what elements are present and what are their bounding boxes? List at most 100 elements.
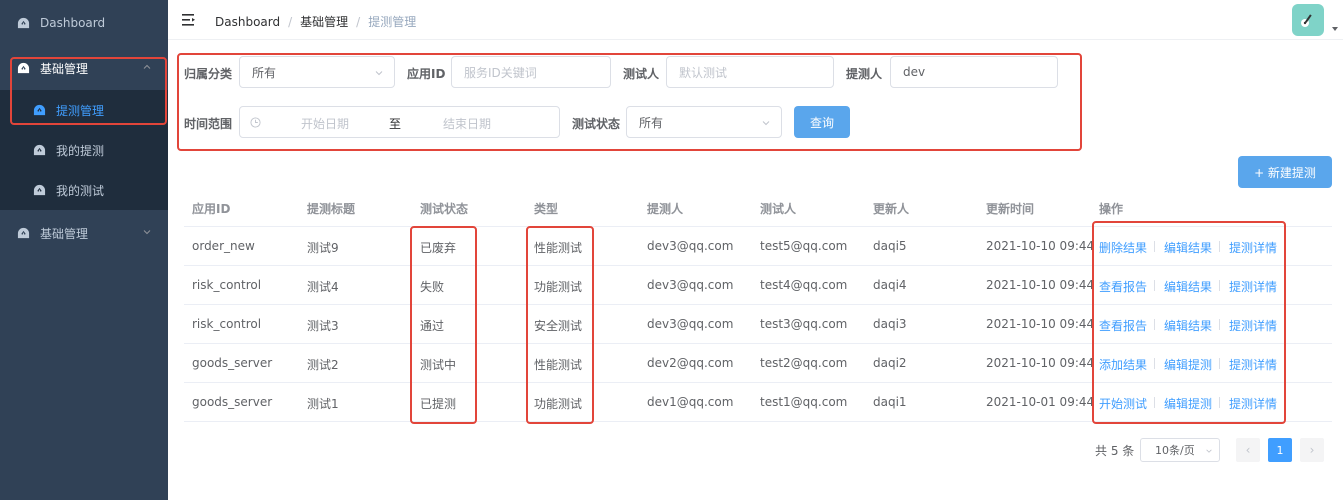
cell-tester: test2@qq.com [760,356,848,370]
date-range-picker[interactable]: 开始日期 至 结束日期 [239,106,560,138]
cell-update-time: 2021-10-10 09:44 [986,278,1095,292]
chevron-down-icon [143,230,151,235]
cell-title: 测试9 [307,241,339,255]
submitter-value: dev [903,65,926,79]
new-submission-button[interactable]: + 新建提测 [1238,156,1332,188]
start-date-input[interactable]: 开始日期 [301,115,349,132]
cell-updater: daqi2 [873,356,907,370]
cell-title: 测试1 [307,397,339,411]
cell-tester: test3@qq.com [760,317,848,331]
breadcrumb-item-dashboard[interactable]: Dashboard [215,15,280,29]
cell-update-time: 2021-10-10 09:44 [986,317,1095,331]
sidebar-group-basic-management-2[interactable]: 基础管理 [0,213,168,253]
guitar-icon [1301,14,1312,27]
cell-tester: test1@qq.com [760,395,848,409]
cell-submitter: dev3@qq.com [647,278,734,292]
tester-label: 测试人 [623,67,660,81]
range-separator: 至 [389,117,402,131]
cell-tester: test4@qq.com [760,278,848,292]
breadcrumb-separator: / [356,14,361,29]
column-header: 类型 [534,202,559,216]
prev-page-button[interactable]: ‹ [1236,438,1260,462]
dashboard-icon [32,183,46,197]
dashboard-icon [16,16,30,30]
cell-submitter: dev3@qq.com [647,239,734,253]
chevron-down-icon [1206,449,1212,453]
query-button[interactable]: 查询 [794,106,850,138]
chevron-down-icon [375,71,383,76]
column-header: 操作 [1099,202,1124,216]
cell-updater: daqi4 [873,278,907,292]
cell-update-time: 2021-10-10 09:44 [986,356,1095,370]
cell-app-id: goods_server [192,356,273,370]
app-id-label: 应用ID [407,67,446,81]
breadcrumb-item-basic-management[interactable]: 基础管理 [300,13,348,30]
cell-app-id: risk_control [192,278,262,292]
breadcrumb-separator: / [288,14,293,29]
submitter-label: 提测人 [846,67,883,81]
sidebar-item-label: 我的提测 [56,143,105,158]
sidebar-item-label: 我的测试 [56,183,105,198]
main-content: Dashboard / 基础管理 / 提测管理 归属分类 所有 应用ID 服务I… [168,0,1343,500]
dashboard-icon [16,226,30,240]
cell-updater: daqi3 [873,317,907,331]
page-size-value: 10条/页 [1155,444,1195,457]
annotation-type-column-box [526,226,594,424]
cell-updater: daqi1 [873,395,907,409]
tester-input[interactable]: 默认测试 [666,56,834,88]
app-id-input[interactable]: 服务ID关键词 [451,56,611,88]
avatar[interactable] [1292,4,1324,36]
cell-submitter: dev3@qq.com [647,317,734,331]
column-header: 测试人 [760,202,797,216]
column-header: 提测人 [647,202,684,216]
cell-app-id: goods_server [192,395,273,409]
pagination-total: 共 5 条 [1095,444,1135,458]
sidebar: Dashboard 基础管理 提测管理 我的提测 我的测试 基础管理 [0,0,168,500]
app-id-placeholder: 服务ID关键词 [464,65,537,80]
sidebar-group-label: 基础管理 [40,226,89,241]
cell-title: 测试3 [307,319,339,333]
breadcrumb: Dashboard / 基础管理 / 提测管理 [215,13,416,30]
column-header: 测试状态 [420,202,469,216]
navbar: Dashboard / 基础管理 / 提测管理 [168,0,1343,40]
column-header: 更新时间 [986,202,1035,216]
cell-submitter: dev1@qq.com [647,395,734,409]
column-header: 应用ID [192,202,231,216]
cell-title: 测试2 [307,358,339,372]
category-select-value: 所有 [252,65,277,80]
cell-update-time: 2021-10-10 09:44 [986,239,1095,253]
cell-app-id: risk_control [192,317,262,331]
cell-submitter: dev2@qq.com [647,356,734,370]
column-header: 提测标题 [307,202,356,216]
page-number-current[interactable]: 1 [1268,438,1292,462]
test-status-label: 测试状态 [572,117,621,131]
sidebar-item-dashboard[interactable]: Dashboard [0,3,168,43]
category-select[interactable]: 所有 [239,56,395,88]
chevron-down-icon [762,121,770,126]
cell-tester: test5@qq.com [760,239,848,253]
cell-updater: daqi5 [873,239,907,253]
category-label: 归属分类 [184,67,233,81]
test-status-select[interactable]: 所有 [626,106,782,138]
cell-title: 测试4 [307,280,339,294]
time-range-label: 时间范围 [184,117,233,131]
sidebar-item-my-tests[interactable]: 我的测试 [0,170,168,210]
breadcrumb-item-current: 提测管理 [368,15,417,29]
next-page-button[interactable]: › [1300,438,1324,462]
page-size-select[interactable]: 10条/页 [1140,438,1220,462]
annotation-highlight-box [10,57,167,125]
annotation-operations-column-box [1092,221,1286,424]
clock-icon [250,117,261,128]
tester-placeholder: 默认测试 [679,65,728,80]
end-date-input[interactable]: 结束日期 [443,115,491,132]
annotation-status-column-box [410,226,477,424]
sidebar-item-my-submissions[interactable]: 我的提测 [0,130,168,170]
cell-app-id: order_new [192,239,255,253]
hamburger-menu-icon[interactable] [182,13,196,27]
dashboard-icon [32,143,46,157]
column-header: 更新人 [873,202,910,216]
caret-down-icon[interactable] [1332,26,1338,32]
submitter-input[interactable]: dev [890,56,1058,88]
sidebar-item-label: Dashboard [40,16,106,30]
test-status-value: 所有 [639,115,664,130]
